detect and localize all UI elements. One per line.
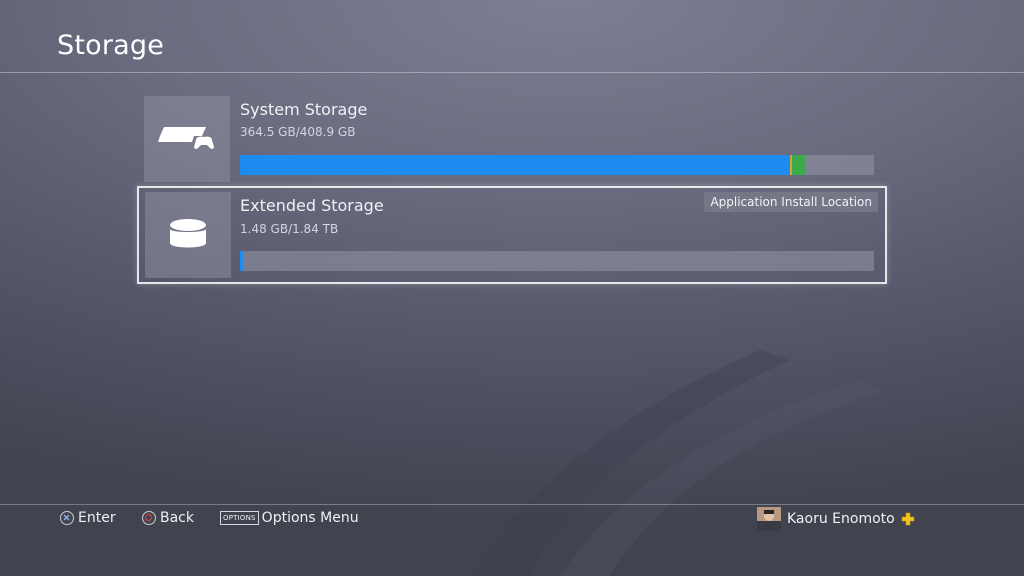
page-title: Storage bbox=[57, 30, 165, 61]
footer-divider bbox=[0, 504, 1024, 505]
storage-tile bbox=[144, 96, 230, 182]
avatar bbox=[757, 507, 781, 531]
storage-row-extended[interactable]: Extended Storage 1.48 GB/1.84 TB Applica… bbox=[137, 186, 887, 284]
console-controller-icon bbox=[158, 127, 214, 149]
header-divider bbox=[0, 72, 1024, 73]
usage-bar-segment bbox=[792, 155, 805, 175]
enter-hint[interactable]: Enter bbox=[60, 510, 116, 526]
cross-button-icon bbox=[60, 511, 74, 525]
background-swoosh bbox=[470, 350, 880, 576]
storage-name: System Storage bbox=[240, 100, 368, 119]
storage-usage-bar bbox=[240, 251, 874, 271]
storage-usage: 364.5 GB/408.9 GB bbox=[240, 125, 356, 139]
options-label: Options Menu bbox=[261, 510, 359, 526]
back-hint[interactable]: Back bbox=[142, 510, 194, 526]
storage-tile bbox=[145, 192, 231, 278]
circle-button-icon bbox=[142, 511, 156, 525]
storage-name: Extended Storage bbox=[240, 196, 384, 215]
storage-usage-bar bbox=[240, 155, 874, 175]
storage-usage: 1.48 GB/1.84 TB bbox=[240, 222, 339, 236]
usage-bar-segment bbox=[240, 155, 791, 175]
user-name: Kaoru Enomoto bbox=[787, 511, 895, 527]
plus-member-icon bbox=[901, 512, 915, 526]
options-button-icon: OPTIONS bbox=[220, 511, 259, 525]
usage-bar-segment bbox=[240, 251, 244, 271]
external-drive-icon bbox=[170, 219, 206, 248]
storage-row-system[interactable]: System Storage 364.5 GB/408.9 GB bbox=[137, 94, 887, 190]
enter-label: Enter bbox=[78, 510, 116, 526]
back-label: Back bbox=[160, 510, 194, 526]
install-location-badge: Application Install Location bbox=[704, 192, 878, 212]
user-profile[interactable]: Kaoru Enomoto bbox=[757, 507, 915, 531]
options-hint[interactable]: OPTIONS Options Menu bbox=[220, 510, 359, 526]
